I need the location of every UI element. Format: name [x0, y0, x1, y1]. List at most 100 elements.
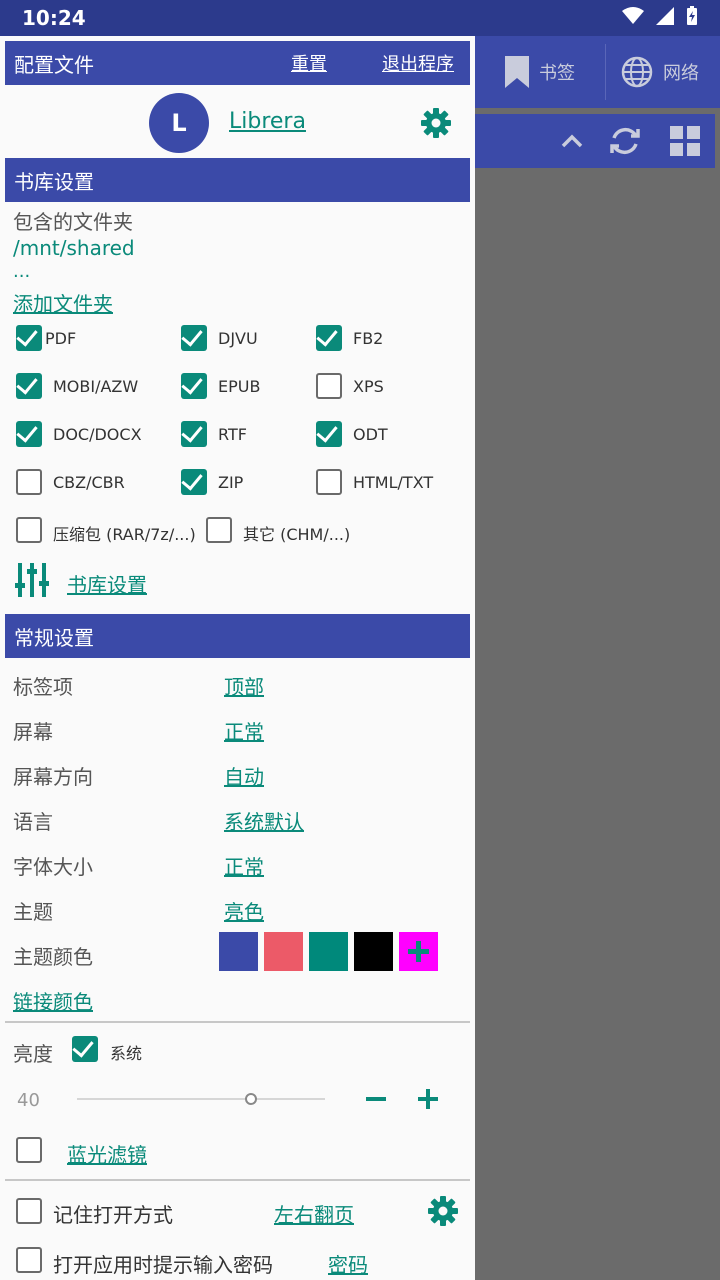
format-epub-checkbox[interactable] — [181, 373, 207, 399]
refresh-button[interactable] — [603, 114, 647, 168]
background-toolbar — [475, 114, 715, 168]
profile-title: 配置文件 — [14, 52, 94, 77]
folder-path[interactable]: /mnt/shared — [13, 236, 135, 260]
format-djvu-checkbox[interactable] — [181, 325, 207, 351]
brightness-slider[interactable] — [77, 1098, 325, 1100]
theme-color-label: 主题颜色 — [13, 945, 93, 969]
theme-color-blue[interactable] — [219, 932, 258, 971]
format-rtf-checkbox[interactable] — [181, 421, 207, 447]
general-settings-header: 常规设置 — [5, 614, 470, 658]
link-color-link[interactable]: 链接颜色 — [13, 986, 93, 1015]
format-doc-label: DOC/DOCX — [53, 425, 142, 444]
format-epub-label: EPUB — [218, 377, 261, 396]
bookmark-icon — [505, 56, 529, 88]
brightness-system-label: 系统 — [110, 1044, 143, 1063]
language-value[interactable]: 系统默认 — [224, 806, 304, 835]
tab-network-label: 网络 — [663, 63, 699, 84]
profile-name-link[interactable]: Librera — [229, 109, 306, 134]
equalizer-icon — [15, 563, 49, 597]
brightness-label: 亮度 — [13, 1042, 53, 1066]
theme-color-red[interactable] — [264, 932, 303, 971]
format-fb2-label: FB2 — [353, 329, 384, 348]
theme-color-black[interactable] — [354, 932, 393, 971]
gear-icon[interactable] — [420, 107, 452, 139]
format-cbz-checkbox[interactable] — [16, 469, 42, 495]
gear-icon[interactable] — [427, 1195, 459, 1227]
screen-label: 屏幕 — [13, 720, 53, 744]
grid-icon — [670, 126, 700, 156]
password-prompt-checkbox[interactable] — [16, 1247, 42, 1273]
profile-header: 配置文件 重置 退出程序 — [5, 41, 470, 85]
format-other-checkbox[interactable] — [206, 517, 232, 543]
format-pdf-label: PDF — [45, 329, 77, 348]
exit-link[interactable]: 退出程序 — [382, 50, 454, 76]
brightness-slider-thumb[interactable] — [244, 1093, 257, 1105]
library-settings-header: 书库设置 — [5, 158, 470, 202]
format-odt-label: ODT — [353, 425, 388, 444]
format-cbz-label: CBZ/CBR — [53, 473, 125, 492]
password-prompt-label: 打开应用时提示输入密码 — [53, 1253, 273, 1277]
format-zip-label: ZIP — [218, 473, 244, 492]
format-zip-checkbox[interactable] — [181, 469, 207, 495]
font-size-label: 字体大小 — [13, 855, 93, 879]
blue-filter-checkbox[interactable] — [16, 1137, 42, 1163]
status-bar: 10:24 — [0, 0, 720, 36]
background-content — [475, 168, 720, 1280]
status-time: 10:24 — [22, 6, 86, 30]
format-mobi-checkbox[interactable] — [16, 373, 42, 399]
tab-bookmarks-label: 书签 — [539, 63, 575, 84]
orientation-value[interactable]: 自动 — [224, 761, 264, 790]
format-fb2-checkbox[interactable] — [316, 325, 342, 351]
blue-filter-link[interactable]: 蓝光滤镜 — [67, 1139, 147, 1168]
plus-icon — [408, 941, 429, 962]
language-label: 语言 — [13, 810, 53, 834]
format-rtf-label: RTF — [218, 425, 247, 444]
theme-color-teal[interactable] — [309, 932, 348, 971]
format-odt-checkbox[interactable] — [316, 421, 342, 447]
font-size-value[interactable]: 正常 — [224, 851, 264, 880]
screen-value[interactable]: 正常 — [224, 716, 264, 745]
format-doc-checkbox[interactable] — [16, 421, 42, 447]
tabs-position-label: 标签项 — [13, 675, 73, 699]
battery-icon — [687, 6, 697, 25]
avatar[interactable]: L — [149, 93, 209, 153]
format-archive-checkbox[interactable] — [16, 517, 42, 543]
format-other-label: 其它 (CHM/...) — [243, 525, 351, 544]
brightness-system-checkbox[interactable] — [72, 1036, 98, 1062]
format-xps-label: XPS — [353, 377, 384, 396]
theme-label: 主题 — [13, 900, 53, 924]
library-settings-link[interactable]: 书库设置 — [67, 569, 147, 598]
settings-drawer: 配置文件 重置 退出程序 L Librera 书库设置 包含的文件夹 /mnt/… — [0, 36, 475, 1280]
collapse-button[interactable] — [550, 114, 594, 168]
theme-color-custom[interactable] — [399, 932, 438, 971]
brightness-value: 40 — [17, 1090, 40, 1111]
chevron-up-icon — [561, 134, 583, 148]
minus-icon[interactable] — [365, 1088, 387, 1110]
tab-network[interactable]: 网络 — [621, 36, 699, 108]
plus-icon[interactable] — [417, 1088, 439, 1110]
format-djvu-label: DJVU — [218, 329, 258, 348]
general-settings-title: 常规设置 — [14, 625, 94, 650]
tabs-position-value[interactable]: 顶部 — [224, 671, 264, 700]
reset-link[interactable]: 重置 — [291, 50, 327, 76]
format-xps-checkbox[interactable] — [316, 373, 342, 399]
library-settings-title: 书库设置 — [14, 169, 94, 194]
format-pdf-checkbox[interactable] — [16, 325, 42, 351]
wifi-icon — [622, 7, 644, 24]
globe-icon — [621, 56, 653, 88]
format-html-checkbox[interactable] — [316, 469, 342, 495]
folder-more[interactable]: ... — [13, 261, 30, 282]
folders-label: 包含的文件夹 — [13, 210, 133, 234]
signal-icon — [656, 7, 674, 25]
grid-view-button[interactable] — [663, 114, 707, 168]
tab-bookmarks[interactable]: 书签 — [505, 36, 575, 108]
refresh-icon — [610, 127, 640, 155]
orientation-label: 屏幕方向 — [13, 765, 93, 789]
password-link[interactable]: 密码 — [328, 1249, 368, 1278]
remember-open-checkbox[interactable] — [16, 1198, 42, 1224]
add-folder-link[interactable]: 添加文件夹 — [13, 288, 113, 317]
format-archive-label: 压缩包 (RAR/7z/...) — [53, 525, 196, 544]
page-mode-link[interactable]: 左右翻页 — [274, 1199, 354, 1228]
theme-value[interactable]: 亮色 — [224, 896, 264, 925]
divider — [5, 1021, 470, 1023]
